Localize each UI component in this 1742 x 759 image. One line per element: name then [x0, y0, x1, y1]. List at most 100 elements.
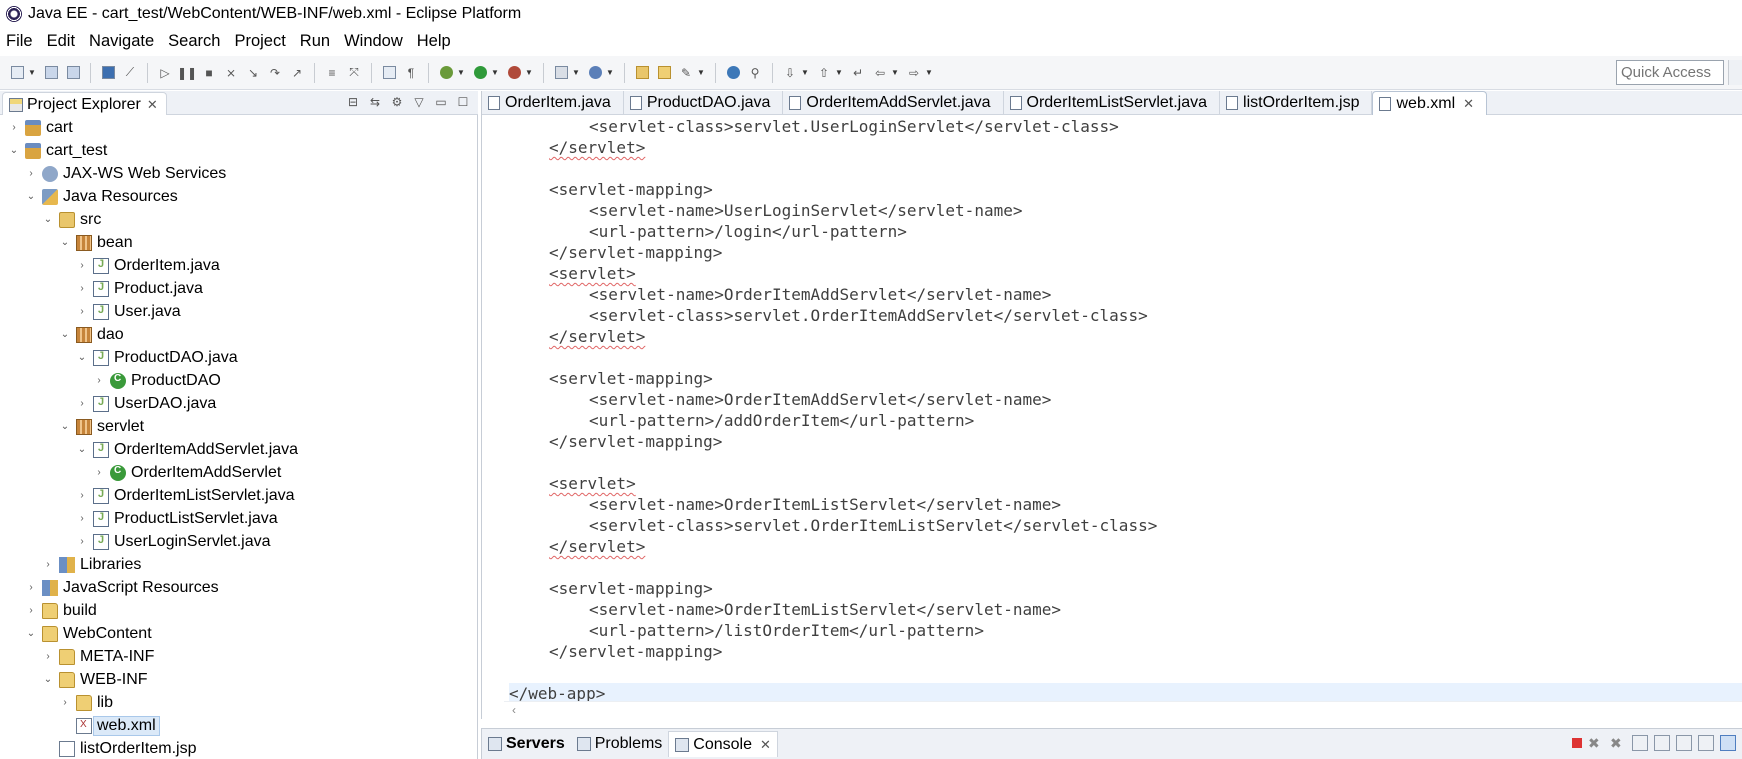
link-with-editor-icon[interactable]: ⇆	[368, 95, 382, 109]
open-terminal-icon[interactable]	[100, 65, 116, 81]
menu-window[interactable]: Window	[344, 32, 403, 51]
new-web-service-chevron-icon[interactable]: ▼	[606, 65, 614, 81]
step-return-icon[interactable]: ↗	[289, 65, 305, 81]
editor-tab[interactable]: OrderItemListServlet.java	[1004, 91, 1221, 115]
maximize-icon[interactable]: ☐	[456, 95, 470, 109]
chevron-down-icon[interactable]: ⌄	[42, 214, 54, 225]
external-tools-chevron-icon[interactable]: ▼	[525, 65, 533, 81]
chevron-down-icon[interactable]: ⌄	[76, 352, 88, 363]
scroll-lock-icon[interactable]	[1654, 735, 1670, 751]
clear-console-icon[interactable]	[1632, 735, 1648, 751]
chevron-right-icon[interactable]: ›	[25, 582, 37, 593]
chevron-right-icon[interactable]: ›	[76, 536, 88, 547]
editor-tab[interactable]: OrderItem.java	[482, 91, 624, 115]
horizontal-scrollbar[interactable]: ‹	[504, 701, 1742, 719]
tree-item[interactable]: ⌄ bean	[0, 231, 478, 254]
tree-item[interactable]: ⌄ cart_test	[0, 139, 478, 162]
tab-servers[interactable]: Servers	[482, 731, 571, 757]
next-annotation-icon[interactable]: ⇩	[782, 65, 798, 81]
new-server-chevron-icon[interactable]: ▼	[572, 65, 580, 81]
tree-item[interactable]: › UserDAO.java	[0, 392, 478, 415]
word-wrap-icon[interactable]	[1676, 735, 1692, 751]
pen-icon[interactable]: ✎	[678, 65, 694, 81]
forward-chevron-icon[interactable]: ▼	[925, 65, 933, 81]
chevron-down-icon[interactable]: ⌄	[42, 674, 54, 685]
run-icon[interactable]	[472, 65, 488, 81]
quick-access-input[interactable]	[1616, 60, 1724, 85]
new-server-icon[interactable]	[553, 65, 569, 81]
remove-launch-icon[interactable]: ✖	[1588, 735, 1604, 751]
tree-item[interactable]: › Libraries	[0, 553, 478, 576]
tree-item[interactable]: › JAX-WS Web Services	[0, 162, 478, 185]
previous-annotation-chevron-icon[interactable]: ▼	[835, 65, 843, 81]
tree-item[interactable]: › UserLoginServlet.java	[0, 530, 478, 553]
chevron-right-icon[interactable]: ›	[25, 605, 37, 616]
menu-run[interactable]: Run	[300, 32, 330, 51]
tree-item[interactable]: › ProductDAO	[0, 369, 478, 392]
external-tools-icon[interactable]	[506, 65, 522, 81]
toggle-breadcrumb-icon[interactable]: ⤧	[346, 65, 362, 81]
back-icon[interactable]: ⇦	[872, 65, 888, 81]
forward-icon[interactable]: ⇨	[906, 65, 922, 81]
web-browser-icon[interactable]	[725, 65, 741, 81]
filters-icon[interactable]: ⚙	[390, 95, 404, 109]
xml-source-text[interactable]: <servlet-class>servlet.UserLoginServlet<…	[509, 116, 1742, 704]
new-dropdown-chevron-icon[interactable]: ▼	[28, 65, 36, 81]
tree-item[interactable]: › JavaScript Resources	[0, 576, 478, 599]
chevron-right-icon[interactable]: ›	[76, 260, 88, 271]
disconnect-icon[interactable]: ⨯	[223, 65, 239, 81]
editor-tab[interactable]: web.xml ✕	[1372, 91, 1488, 115]
run-dropdown-chevron-icon[interactable]: ▼	[491, 65, 499, 81]
tree-item[interactable]: ⌄ WebContent	[0, 622, 478, 645]
tree-item[interactable]: › build	[0, 599, 478, 622]
tree-item[interactable]: › Product.java	[0, 277, 478, 300]
menu-search[interactable]: Search	[168, 32, 220, 51]
resume-icon[interactable]: ▷	[157, 65, 173, 81]
open-task-icon[interactable]	[656, 65, 672, 81]
chevron-right-icon[interactable]: ›	[93, 375, 105, 386]
tree-item[interactable]: › ProductListServlet.java	[0, 507, 478, 530]
chevron-down-icon[interactable]: ⌄	[25, 628, 37, 639]
show-whitespace-icon[interactable]: ¶	[403, 65, 419, 81]
chevron-right-icon[interactable]: ›	[42, 651, 54, 662]
display-console-icon[interactable]	[1720, 735, 1736, 751]
close-icon[interactable]: ✕	[147, 97, 158, 113]
chevron-right-icon[interactable]: ›	[8, 122, 20, 133]
chevron-right-icon[interactable]: ›	[59, 697, 71, 708]
menu-navigate[interactable]: Navigate	[89, 32, 154, 51]
editor-tab[interactable]: listOrderItem.jsp	[1220, 91, 1373, 115]
pin-console-icon[interactable]	[1698, 735, 1714, 751]
search-icon[interactable]: ⚲	[747, 65, 763, 81]
toggle-mark-occurrences-icon[interactable]: ≡	[324, 65, 340, 81]
remove-all-terminated-icon[interactable]: ✖	[1610, 735, 1626, 751]
terminate-icon[interactable]	[1572, 738, 1582, 748]
tree-item[interactable]: › User.java	[0, 300, 478, 323]
tree-item[interactable]: › OrderItemAddServlet	[0, 461, 478, 484]
tree-item[interactable]: › META-INF	[0, 645, 478, 668]
close-icon[interactable]: ✕	[1463, 96, 1474, 112]
pen-chevron-icon[interactable]: ▼	[697, 65, 705, 81]
tree-item[interactable]: ⌄ OrderItemAddServlet.java	[0, 438, 478, 461]
tab-console[interactable]: Console ✕	[668, 731, 778, 757]
chevron-down-icon[interactable]: ⌄	[25, 191, 37, 202]
new-icon[interactable]	[9, 65, 25, 81]
debug-icon[interactable]	[438, 65, 454, 81]
step-into-icon[interactable]: ↘	[245, 65, 261, 81]
menu-file[interactable]: File	[6, 32, 33, 51]
save-all-icon[interactable]	[65, 65, 81, 81]
close-icon[interactable]: ✕	[760, 737, 771, 753]
tree-item[interactable]: listOrderItem.jsp	[0, 737, 478, 759]
terminate-icon[interactable]: ■	[201, 65, 217, 81]
editor-tab[interactable]: ProductDAO.java	[624, 91, 784, 115]
chevron-down-icon[interactable]: ⌄	[59, 237, 71, 248]
chevron-right-icon[interactable]: ›	[25, 168, 37, 179]
tree-item[interactable]: ⌄ Java Resources	[0, 185, 478, 208]
chevron-down-icon[interactable]: ⌄	[59, 421, 71, 432]
tree-item[interactable]: web.xml	[0, 714, 478, 737]
chevron-right-icon[interactable]: ›	[76, 283, 88, 294]
tree-item[interactable]: › OrderItem.java	[0, 254, 478, 277]
menu-help[interactable]: Help	[417, 32, 451, 51]
menu-edit[interactable]: Edit	[47, 32, 75, 51]
view-menu-icon[interactable]: ▽	[412, 95, 426, 109]
minimize-icon[interactable]: ▭	[434, 95, 448, 109]
